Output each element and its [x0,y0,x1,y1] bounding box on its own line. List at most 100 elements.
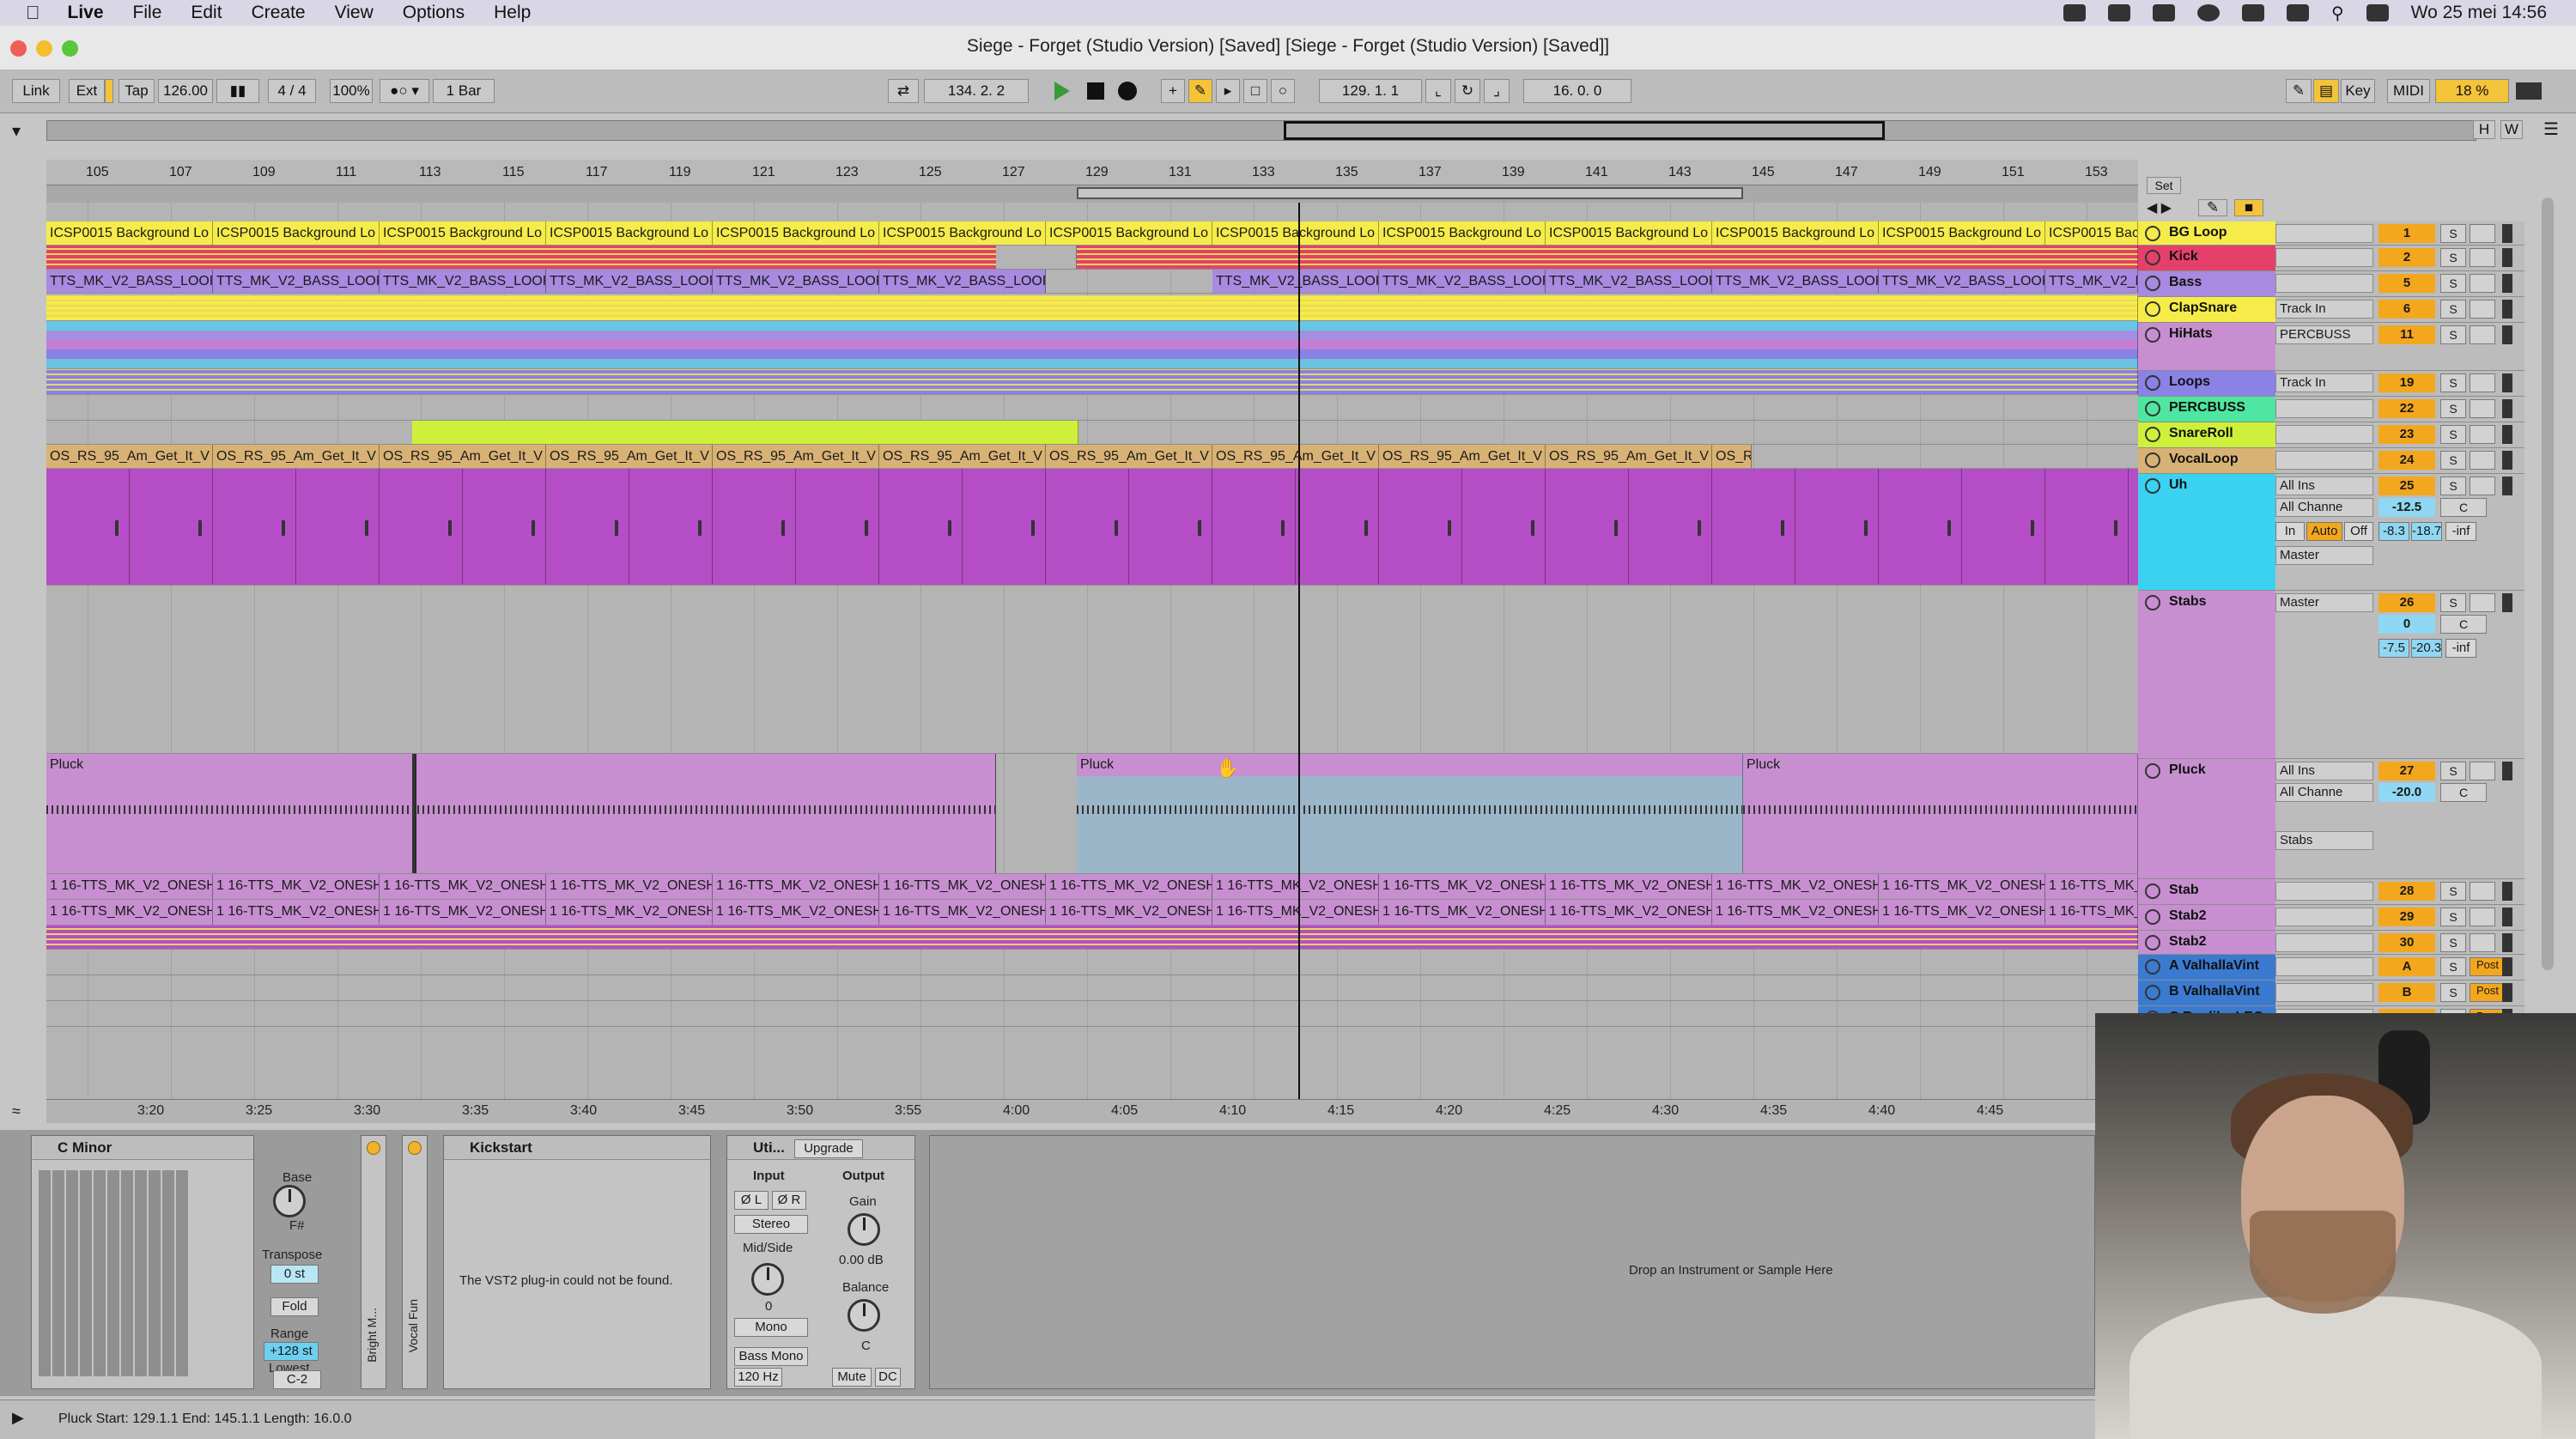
audio-clip[interactable]: 1 16-TTS_MK_V2_ONESH [1212,900,1379,925]
transpose-field[interactable]: 0 st [270,1265,319,1284]
uh-clip[interactable] [1712,469,1795,585]
input-channel-menu[interactable]: All Channe [2275,498,2373,517]
audio-clip[interactable]: ICSP0015 Background Lo [213,222,380,245]
rack-bright-on-toggle[interactable] [367,1141,380,1155]
uh-clip[interactable] [213,469,296,585]
solo-button[interactable]: S [2440,373,2466,392]
punch-in-button[interactable]: ⌞ [1425,79,1451,103]
mono-button[interactable]: Mono [734,1318,808,1337]
zoom-field[interactable]: 100% [330,79,373,103]
uh-clip[interactable] [963,469,1046,585]
io-routing[interactable] [2275,983,2373,1002]
track-header[interactable]: Kick [2138,246,2275,271]
audio-clip[interactable]: OS_RS_95_Am_Get_It_V [1712,445,1752,468]
audio-clip[interactable]: ICSP0015 Background Lo [2045,222,2138,245]
loop-switch-button[interactable]: ↻ [1455,79,1480,103]
status-toggle-icon[interactable]: ▶ [12,1409,24,1427]
audio-clip[interactable]: OS_RS_95_Am_Get_It_V [46,445,213,468]
track-fold-icon[interactable] [2145,401,2160,416]
io-routing[interactable] [2275,399,2373,418]
loop-brace[interactable] [1077,187,1743,199]
uh-clip[interactable] [713,469,796,585]
rack-bright[interactable]: Bright M... [361,1135,386,1389]
arrangement-track-lane[interactable] [46,926,2138,950]
pluck-clip[interactable]: Pluck [1077,754,1743,873]
track-fold-icon[interactable] [2145,909,2160,925]
audio-clip[interactable]: OS_RS_95_Am_Get_It_V [1379,445,1546,468]
audio-clip[interactable]: OS_RS_95_Am_Get_It_V [380,445,546,468]
height-optimize-button[interactable]: H [2473,120,2495,139]
track-header[interactable]: Stab2 [2138,905,2275,931]
uh-clip[interactable] [1379,469,1462,585]
clip-strip[interactable] [46,349,2138,359]
moon-icon[interactable] [2196,4,2220,21]
uh-clip[interactable] [46,469,130,585]
metronome-button[interactable]: ●○ ▾ [380,79,429,103]
rack-vocal-fun[interactable]: Vocal Fun [402,1135,428,1389]
bass-mono-frequency[interactable]: 120 Hz [734,1368,782,1387]
audio-clip[interactable]: ICSP0015 Background Lo [546,222,713,245]
track-header[interactable]: Stab [2138,879,2275,905]
scale-device[interactable]: C Minor Base F# Transpose 0 st Fold Rang… [31,1135,322,1389]
stop-button[interactable] [1087,82,1104,100]
solo-button[interactable]: S [2440,399,2466,418]
solo-button[interactable]: S [2440,882,2466,901]
track-activator[interactable]: 23 [2379,425,2435,444]
pluck-clip[interactable]: Pluck [1743,754,2138,873]
track-fold-icon[interactable] [2145,375,2160,391]
link-button[interactable]: Link [12,79,60,103]
menu-file[interactable]: File [133,3,162,23]
audio-clip[interactable]: ICSP0015 Background Lo [1046,222,1212,245]
audio-clip[interactable]: TTS_MK_V2_BASS_LOOP [1879,270,2045,293]
arrangement-track-lane[interactable] [46,950,2138,975]
arrangement-view[interactable]: ICSP0015 Background Lo ICSP0015 Backgroun… [46,203,2138,1099]
audio-clip[interactable]: TTS_MK_V2_BASS_LOOP [1379,270,1546,293]
io-routing[interactable]: Track In [2275,373,2373,392]
uh-clip[interactable] [1296,469,1379,585]
track-fold-icon[interactable] [2145,763,2160,779]
io-routing[interactable] [2275,451,2373,470]
io-routing[interactable] [2275,425,2373,444]
arm-button[interactable] [2470,933,2495,952]
track-activator[interactable]: 19 [2379,373,2435,392]
arm-button[interactable] [2470,425,2495,444]
mute-button[interactable]: Mute [832,1368,872,1387]
track-activator[interactable]: 11 [2379,325,2435,344]
track-fold-icon[interactable] [2145,959,2160,975]
volume-field[interactable]: 0 [2379,615,2435,634]
follow-button[interactable]: ⇄ [888,79,919,103]
audio-clip[interactable]: OS_RS_95_Am_Get_It_V [1046,445,1212,468]
base-knob[interactable] [273,1185,306,1217]
input-channel-menu[interactable]: All Channe [2275,783,2373,802]
arrangement-track-lane[interactable] [46,469,2138,586]
audio-clip[interactable]: 1 16-TTS_MK_V2_ONESH [1879,874,2045,899]
clip-strip[interactable] [46,295,2138,320]
arm-button[interactable] [2470,762,2495,780]
track-header[interactable]: VocalLoop [2138,448,2275,474]
edit-icon[interactable]: ✎ [2198,199,2227,216]
track-header[interactable]: PERCBUSS [2138,397,2275,422]
audio-clip[interactable]: 1 16-TTS_MK_V2_ONESH [380,900,546,925]
utility-upgrade-button[interactable]: Upgrade [794,1139,863,1158]
audio-clip[interactable]: 1 16-TTS_MK_V2_ONESH [2045,874,2138,899]
menu-edit[interactable]: Edit [191,3,222,23]
track-activator[interactable]: 25 [2379,477,2435,495]
audio-clip[interactable]: 1 16-TTS_MK_V2_ONESH [1046,874,1212,899]
fold-button[interactable]: Fold [270,1297,319,1316]
post-button[interactable]: Post [2470,957,2506,976]
io-routing[interactable] [2275,248,2373,267]
audio-clip[interactable]: 1 16-TTS_MK_V2_ONESH [713,874,879,899]
overview-viewport[interactable] [1284,121,1885,140]
balance-knob[interactable] [848,1299,880,1332]
stereo-mode-menu[interactable]: Stereo [734,1215,808,1234]
arm-button[interactable] [2470,477,2495,495]
track-fold-icon[interactable] [2145,250,2160,265]
locator-prev-next-icons[interactable]: ◀ ▶ [2147,199,2172,216]
tempo-field[interactable]: 126.00 [158,79,213,103]
loop-brace-bar[interactable] [46,185,2138,203]
arm-button[interactable] [2470,373,2495,392]
uh-clip[interactable] [1546,469,1629,585]
record-button[interactable] [1118,82,1137,100]
arrangement-track-lane[interactable] [46,395,2138,421]
audio-clip[interactable]: TTS_MK_V2_BASS_LOOP [380,270,546,293]
